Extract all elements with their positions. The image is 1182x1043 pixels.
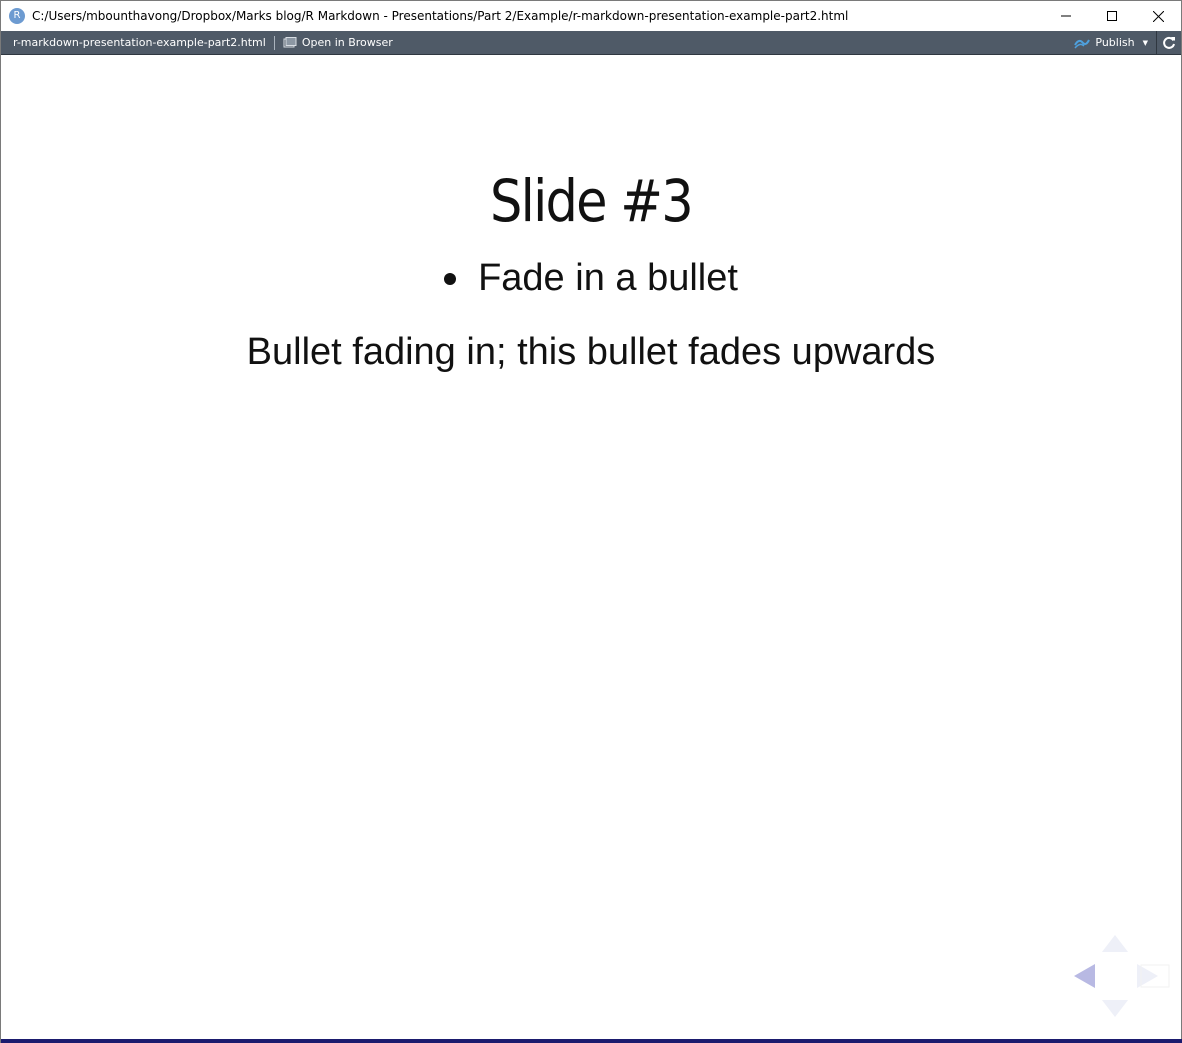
- slide-progress-bar: [1, 1039, 1182, 1043]
- maximize-icon: [1107, 11, 1117, 21]
- publish-button[interactable]: Publish ▼: [1074, 36, 1148, 49]
- window-title: C:/Users/mbounthavong/Dropbox/Marks blog…: [32, 9, 849, 23]
- file-name-label: r-markdown-presentation-example-part2.ht…: [13, 36, 266, 49]
- slide-title: Slide #3: [490, 167, 694, 235]
- publish-icon: [1074, 39, 1091, 48]
- r-logo-icon: R: [9, 8, 25, 24]
- publish-label: Publish: [1095, 36, 1135, 49]
- open-in-browser-label: Open in Browser: [301, 36, 393, 49]
- nav-right-arrow-icon[interactable]: [1137, 964, 1158, 988]
- refresh-button[interactable]: [1156, 31, 1181, 54]
- nav-up-arrow-icon[interactable]: [1102, 935, 1128, 952]
- open-in-browser-button[interactable]: Open in Browser: [283, 36, 393, 49]
- browser-window-icon: [283, 36, 297, 47]
- slide-navigation-controls: [1074, 935, 1170, 1017]
- window-controls: [1043, 1, 1181, 31]
- toolbar-divider: [273, 35, 275, 50]
- minimize-button[interactable]: [1043, 1, 1089, 31]
- maximize-button[interactable]: [1089, 1, 1135, 31]
- bullet-icon: [444, 272, 457, 285]
- refresh-icon: [1163, 36, 1175, 49]
- minimize-icon: [1061, 15, 1071, 17]
- list-item: Fade in a bullet: [444, 257, 738, 300]
- toolbar-right: Publish ▼: [1074, 31, 1181, 54]
- close-button[interactable]: [1135, 1, 1181, 31]
- title-bar: R C:/Users/mbounthavong/Dropbox/Marks bl…: [1, 1, 1181, 31]
- nav-left-arrow-icon[interactable]: [1074, 964, 1095, 988]
- close-icon: [1152, 10, 1164, 22]
- slide-paragraph: Bullet fading in; this bullet fades upwa…: [246, 331, 936, 373]
- nav-down-arrow-icon[interactable]: [1102, 1000, 1128, 1017]
- bullet-text: Fade in a bullet: [478, 257, 738, 299]
- chevron-down-icon[interactable]: ▼: [1143, 39, 1148, 47]
- viewer-toolbar: r-markdown-presentation-example-part2.ht…: [1, 31, 1181, 55]
- bullet-list: Fade in a bullet: [1, 257, 1181, 300]
- slide-viewport: Slide #3 Fade in a bullet Bullet fading …: [1, 55, 1181, 1040]
- rstudio-viewer-window: R C:/Users/mbounthavong/Dropbox/Marks bl…: [0, 0, 1182, 1043]
